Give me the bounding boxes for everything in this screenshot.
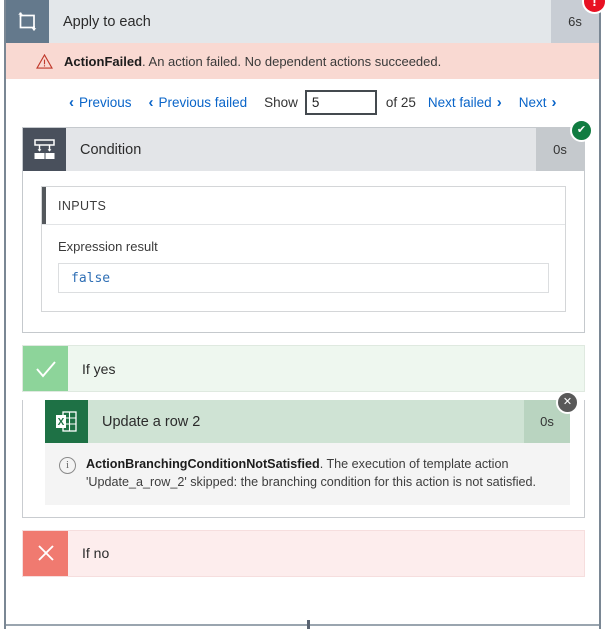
branch-if-yes-label: If yes bbox=[82, 360, 116, 377]
foreach-loop-icon bbox=[6, 0, 49, 43]
previous-label: Previous bbox=[79, 94, 132, 110]
pagination-bar: ‹Previous ‹Previous failed Show of 25 Ne… bbox=[6, 79, 599, 125]
run-history-card: Apply to each 6s ! ActionFailed. An acti… bbox=[4, 0, 607, 629]
expression-result-value: false bbox=[58, 263, 549, 293]
cross-icon bbox=[23, 530, 68, 576]
branch-if-yes-content: X Update a row 2 0s ✕ i ActionBranchingC… bbox=[22, 391, 585, 518]
expression-result-label: Expression result bbox=[58, 239, 158, 254]
next-button[interactable]: Next › bbox=[519, 95, 557, 110]
error-code: ActionFailed bbox=[64, 53, 143, 69]
show-label: Show bbox=[264, 94, 298, 110]
skipped-note-code: ActionBranchingConditionNotSatisfied bbox=[86, 457, 320, 471]
branch-if-no-label: If no bbox=[82, 545, 110, 561]
condition-body: INPUTS Expression result false bbox=[23, 171, 584, 332]
branch-if-no[interactable]: If no bbox=[22, 529, 585, 577]
previous-button[interactable]: ‹ Previous bbox=[69, 95, 132, 110]
condition-card: Condition 0s ✔ INPUTS Expression result … bbox=[22, 119, 593, 333]
next-failed-label: Next failed bbox=[427, 94, 492, 110]
condition-title: Condition bbox=[80, 141, 142, 158]
error-message: . An action failed. No dependent actions… bbox=[142, 53, 442, 69]
update-a-row-2-title: Update a row 2 bbox=[102, 413, 201, 430]
excel-icon: X bbox=[45, 400, 88, 443]
inputs-section: INPUTS Expression result false bbox=[41, 186, 566, 312]
next-failed-button[interactable]: Next failed › bbox=[428, 95, 502, 110]
error-banner: ActionFailed. An action failed. No depen… bbox=[6, 43, 599, 79]
inputs-section-body: Expression result false bbox=[42, 225, 565, 311]
info-icon: i bbox=[59, 457, 76, 474]
next-label: Next bbox=[518, 94, 547, 110]
previous-failed-button[interactable]: ‹ Previous failed bbox=[149, 95, 248, 110]
total-pages-label: of 25 bbox=[385, 94, 416, 110]
skipped-note: i ActionBranchingConditionNotSatisfied. … bbox=[45, 443, 570, 505]
checkmark-icon bbox=[23, 346, 68, 391]
previous-failed-label: Previous failed bbox=[158, 94, 248, 110]
inputs-section-header[interactable]: INPUTS bbox=[42, 187, 565, 225]
inputs-section-title: INPUTS bbox=[58, 198, 107, 213]
condition-branch-icon bbox=[23, 128, 66, 171]
error-banner-text: ActionFailed. An action failed. No depen… bbox=[64, 54, 441, 69]
bottom-divider bbox=[6, 624, 599, 626]
warning-triangle-icon bbox=[36, 53, 53, 69]
chevron-left-icon: ‹ bbox=[69, 93, 74, 111]
branch-if-yes[interactable]: If yes bbox=[22, 345, 585, 392]
apply-to-each-title: Apply to each bbox=[63, 13, 151, 30]
chevron-right-icon: › bbox=[496, 93, 502, 111]
skipped-note-text: ActionBranchingConditionNotSatisfied. Th… bbox=[86, 455, 554, 492]
svg-text:X: X bbox=[58, 417, 65, 428]
flow-connector-tick bbox=[307, 620, 310, 629]
success-check-badge: ✔ bbox=[570, 119, 593, 142]
skipped-badge-icon: ✕ bbox=[556, 391, 579, 414]
update-a-row-2-action: X Update a row 2 0s ✕ i ActionBranchingC… bbox=[45, 391, 579, 505]
condition-header[interactable]: Condition 0s ✔ bbox=[23, 119, 593, 171]
update-a-row-2-header[interactable]: X Update a row 2 0s ✕ bbox=[45, 391, 579, 443]
apply-to-each-header[interactable]: Apply to each 6s ! bbox=[6, 0, 607, 43]
chevron-right-icon: › bbox=[551, 93, 557, 111]
page-number-input[interactable] bbox=[304, 89, 377, 115]
chevron-left-icon: ‹ bbox=[148, 93, 154, 111]
section-accent-bar bbox=[42, 187, 46, 224]
